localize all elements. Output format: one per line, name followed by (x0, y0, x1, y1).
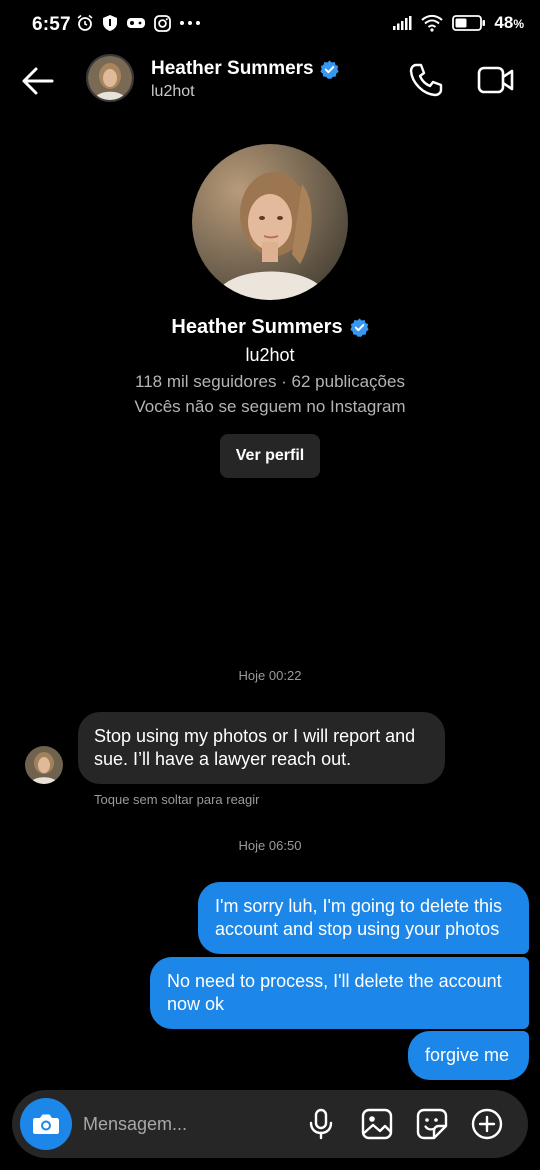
sticker-button[interactable] (415, 1107, 449, 1141)
camera-button[interactable] (20, 1098, 72, 1150)
header-name-row[interactable]: Heather Summers (151, 58, 339, 80)
audio-call-button[interactable] (408, 62, 444, 98)
battery-percent: 48% (494, 13, 524, 32)
message-timestamp: Hoje 00:22 (238, 668, 302, 683)
react-hint: Toque sem soltar para reagir (94, 792, 260, 807)
verified-badge-icon (320, 59, 339, 79)
gallery-icon (361, 1108, 393, 1140)
wifi-icon (421, 14, 444, 32)
shield-icon (103, 15, 117, 31)
profile-name: Heather Summers (171, 316, 343, 338)
video-camera-icon (477, 66, 514, 94)
microphone-icon (309, 1108, 333, 1140)
system-icons: 48% (392, 13, 524, 33)
profile-avatar[interactable] (192, 144, 348, 300)
chat-header: Heather Summers lu2hot (0, 50, 540, 110)
message-composer (12, 1090, 528, 1158)
back-button[interactable] (20, 64, 56, 98)
game-controller-icon (127, 18, 145, 28)
follow-status: Vocês não se seguem no Instagram (134, 397, 406, 416)
message-input[interactable] (83, 1112, 283, 1136)
profile-stats: 118 mil seguidores · 62 publicações (135, 372, 405, 391)
profile-card: Heather Summers lu2hot 118 mil seguidore… (0, 144, 540, 478)
alarm-icon (77, 14, 93, 31)
profile-name-row: Heather Summers (0, 316, 540, 339)
more-notifications-icon (180, 21, 200, 25)
phone-icon (409, 63, 443, 97)
notification-icons (76, 14, 201, 32)
more-options-button[interactable] (470, 1107, 504, 1141)
header-username: lu2hot (151, 83, 195, 100)
view-profile-button[interactable]: Ver perfil (219, 434, 321, 478)
voice-message-button[interactable] (304, 1107, 338, 1141)
header-name: Heather Summers (151, 58, 314, 79)
status-time: 6:57 (32, 14, 71, 35)
gallery-button[interactable] (360, 1107, 394, 1141)
sender-avatar[interactable] (25, 746, 63, 784)
signal-icon (393, 16, 412, 30)
verified-badge-icon (349, 318, 369, 337)
incoming-message[interactable]: Stop using my photos or I will report an… (78, 712, 445, 784)
message-timestamp: Hoje 06:50 (238, 838, 302, 853)
outgoing-message[interactable]: forgive me (408, 1031, 529, 1080)
video-call-button[interactable] (476, 62, 516, 98)
status-bar: 6:57 48% (0, 0, 540, 50)
outgoing-message[interactable]: I'm sorry luh, I'm going to delete this … (198, 882, 529, 954)
battery-icon (452, 15, 486, 31)
sticker-icon (416, 1108, 448, 1140)
header-avatar[interactable] (86, 54, 134, 102)
back-arrow-icon (22, 67, 54, 95)
profile-username: lu2hot (245, 345, 295, 365)
plus-icon (471, 1108, 503, 1140)
camera-icon (33, 1114, 59, 1134)
instagram-icon (154, 14, 171, 32)
outgoing-message[interactable]: No need to process, I'll delete the acco… (150, 957, 529, 1029)
